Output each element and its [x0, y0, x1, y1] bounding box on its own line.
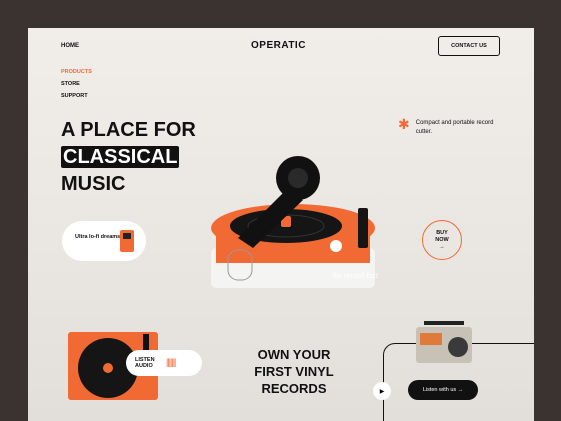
- audio-wave-icon: |||||||: [166, 357, 176, 367]
- hero-line-2-highlight: CLASSICAL: [61, 146, 180, 168]
- vinyl-headline: OWN YOUR FIRST VINYL RECORDS: [254, 347, 334, 396]
- hero-headline: A PLACE FOR CLASSICAL MUSIC: [61, 117, 196, 198]
- asterisk-icon: ✱: [398, 116, 410, 132]
- now-label: NOW: [435, 237, 449, 243]
- brand-logo[interactable]: OPERATIC: [251, 40, 306, 51]
- play-button[interactable]: ▶: [373, 382, 391, 400]
- feature-text: Compact and portable record cutter.: [415, 120, 494, 135]
- buy-now-button[interactable]: BUY NOW →: [422, 220, 462, 260]
- cassette-radio-image: [416, 321, 472, 363]
- menu-item-support[interactable]: SUPPORT: [61, 90, 92, 102]
- buy-label: BUY: [436, 230, 448, 236]
- side-menu: PRODUCTS STORE SUPPORT: [61, 66, 92, 102]
- landing-page: HOME OPERATIC CONTACT US PRODUCTS STORE …: [28, 28, 534, 421]
- listen-audio-label: LISTEN AUDIO: [135, 357, 155, 369]
- record-cutter-image: the record factory: [211, 156, 378, 288]
- arrow-right-icon: →: [439, 244, 445, 250]
- nav-home-link[interactable]: HOME: [61, 43, 79, 49]
- hero-line-3: MUSIC: [61, 173, 126, 195]
- menu-item-store[interactable]: STORE: [61, 78, 92, 90]
- feature-note: ✱ Compact and portable record cutter.: [398, 116, 496, 137]
- ultra-lofi-chip[interactable]: Ultra lo-fi dreams: [62, 221, 146, 261]
- contact-us-button[interactable]: CONTACT US: [438, 36, 500, 56]
- hero-line-1: A PLACE FOR: [61, 119, 196, 141]
- listen-with-us-button[interactable]: Listen with us →: [408, 380, 478, 400]
- listen-audio-chip[interactable]: LISTEN AUDIO |||||||: [126, 350, 202, 376]
- brand-label: the record factory: [332, 271, 378, 280]
- ultra-lofi-label: Ultra lo-fi dreams: [75, 234, 121, 240]
- menu-item-products[interactable]: PRODUCTS: [61, 66, 92, 78]
- pocket-device-image: [120, 230, 134, 252]
